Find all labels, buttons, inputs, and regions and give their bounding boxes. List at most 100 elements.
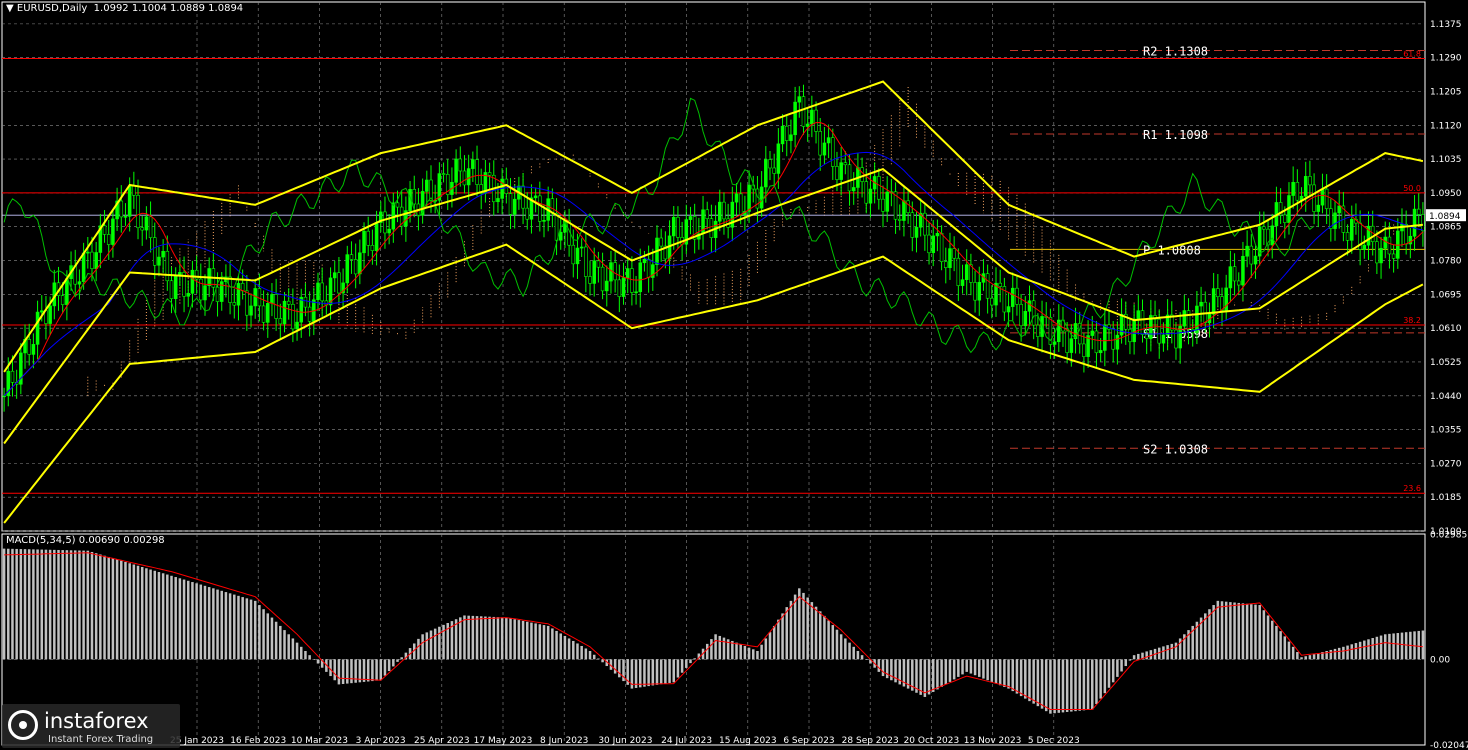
macd-bar (990, 659, 994, 682)
macd-bar (739, 644, 742, 660)
macd-bar (743, 645, 747, 660)
candle-body (630, 268, 634, 293)
macd-bar (153, 570, 157, 660)
candle-body (810, 109, 814, 125)
macd-bar (998, 659, 1002, 686)
macd-bar (530, 622, 533, 660)
macd-bar (1354, 643, 1358, 660)
macd-y-tick-label: 0.00 (1430, 655, 1450, 665)
y-tick-label: 1.0695 (1430, 290, 1462, 300)
macd-bar (253, 600, 257, 660)
macd-bar (15, 548, 18, 660)
candle-body (617, 279, 622, 297)
instaforex-logo: instaforex Instant Forex Trading (2, 704, 180, 748)
candle-body (985, 273, 990, 299)
macd-bar (417, 638, 420, 660)
macd-bar (463, 615, 466, 660)
macd-bar (1091, 659, 1094, 710)
macd-bar (856, 650, 860, 660)
macd-bar (973, 659, 977, 676)
macd-bar (1036, 659, 1040, 707)
candle-body (939, 233, 944, 262)
pivot-label: P 1.0808 (1143, 243, 1201, 257)
macd-bar (827, 620, 830, 660)
candle-body (337, 272, 341, 294)
candle-body (1136, 310, 1141, 320)
ohlc-values: 1.0992 1.1004 1.0889 1.0894 (93, 3, 244, 14)
macd-bar (839, 634, 843, 660)
macd-bar (735, 642, 738, 660)
macd-bar (551, 628, 554, 660)
y-tick-label: 1.1205 (1430, 87, 1462, 97)
x-tick-label: 8 Jun 2023 (540, 736, 588, 746)
candle-body (496, 198, 500, 203)
symbol-marker-icon: ▼ (6, 3, 17, 14)
candle-body (646, 258, 651, 278)
y-tick-label: 1.0355 (1430, 426, 1462, 436)
macd-bar (270, 617, 274, 660)
candle-body (1270, 225, 1275, 246)
candle-body (1031, 300, 1036, 326)
candle-body (1199, 301, 1203, 307)
pivot-label: R2 1.1308 (1143, 45, 1208, 59)
macd-bar (1061, 659, 1065, 713)
macd-bar (1367, 639, 1370, 660)
macd-bar (1266, 615, 1270, 660)
candle-body (60, 295, 65, 305)
candle-body (274, 294, 278, 319)
candle-body (1253, 255, 1258, 265)
macd-bar (877, 659, 881, 672)
y-tick-label: 1.0780 (1430, 257, 1462, 267)
candle-body (1019, 304, 1023, 327)
candle-body (797, 96, 802, 103)
macd-bar (634, 659, 638, 688)
macd-bar (1279, 631, 1282, 660)
macd-bar (115, 559, 119, 660)
macd-bar (366, 659, 370, 682)
macd-bar (1208, 609, 1211, 660)
macd-bar (772, 625, 776, 660)
macd-bar (601, 659, 604, 663)
macd-bar (69, 550, 73, 660)
x-tick-label: 25 Apr 2023 (414, 736, 470, 746)
macd-bar (672, 659, 675, 683)
macd-bar (337, 659, 341, 685)
candle-body (676, 216, 680, 238)
macd-bar (1337, 647, 1341, 660)
macd-bar (865, 659, 868, 660)
x-tick-label: 3 Apr 2023 (356, 736, 406, 746)
macd-bar (705, 643, 709, 660)
candle-body (818, 131, 822, 156)
candle-body (538, 195, 542, 222)
candle-body (232, 302, 237, 306)
candle-body (215, 286, 220, 302)
macd-bar (199, 584, 203, 660)
candle-body (1052, 341, 1057, 345)
x-tick-label: 13 Nov 2023 (964, 736, 1022, 746)
macd-bar (538, 624, 542, 660)
candle-body (935, 233, 940, 237)
candle-body (571, 244, 576, 265)
macd-bar (1241, 603, 1245, 660)
candle-body (1098, 350, 1103, 354)
candle-body (851, 187, 856, 192)
macd-bar (789, 600, 793, 660)
macd-bar (488, 616, 491, 660)
candle-body (299, 296, 304, 323)
macd-bar (228, 593, 232, 660)
macd-bar (1329, 649, 1333, 660)
candle-body (671, 216, 676, 237)
macd-bar (747, 647, 751, 660)
macd-bar (308, 655, 311, 660)
candle-body (864, 181, 869, 204)
candle-body (625, 268, 630, 279)
macd-bar (1358, 641, 1362, 660)
candle-body (387, 228, 391, 234)
logo-tagline: Instant Forex Trading (48, 734, 154, 745)
candle-body (533, 195, 538, 199)
macd-bar (86, 550, 90, 660)
candle-body (190, 269, 195, 294)
macd-bar (1103, 659, 1107, 694)
macd-bar (166, 574, 169, 660)
macd-bar (237, 595, 240, 660)
